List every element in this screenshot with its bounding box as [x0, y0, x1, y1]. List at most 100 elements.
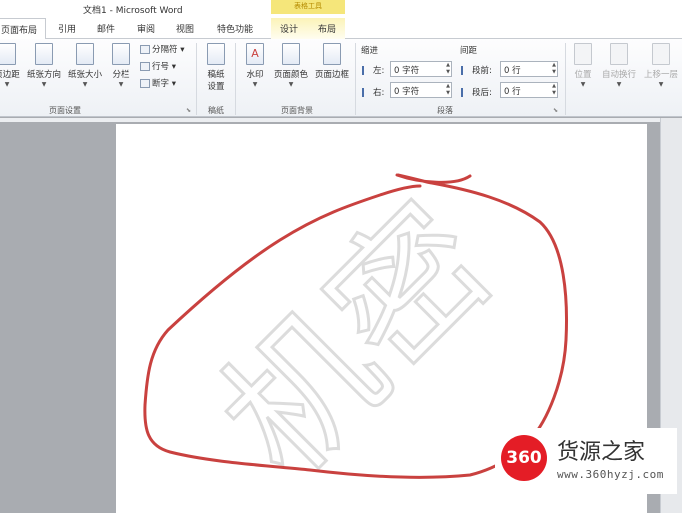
ribbon: 页边距 ▼ 纸张方向 ▼ 纸张大小 ▼ 分栏 ▼ 分隔符 ▾ 行号 ▾ 断字 ▾…	[0, 39, 682, 117]
chevron-down-icon: ▼	[4, 81, 10, 88]
bring-forward-label: 上移一层	[643, 70, 678, 80]
tab-design[interactable]: 设计	[280, 22, 298, 35]
margins-icon	[0, 43, 16, 65]
indent-right-icon	[362, 88, 371, 97]
page-color-button[interactable]: 页面颜色 ▼	[271, 43, 311, 88]
line-numbers-label: 行号	[152, 62, 170, 72]
spacing-after-icon	[461, 88, 470, 97]
breaks-icon	[140, 45, 150, 54]
page-setup-group-label: 页面设置	[49, 106, 81, 115]
spacing-before-icon	[461, 66, 470, 75]
size-label: 纸张大小	[67, 70, 102, 80]
chevron-down-icon: ▼	[41, 81, 47, 88]
chevron-down-icon: ▼	[616, 81, 622, 88]
group-divider	[565, 43, 566, 115]
page-borders-label: 页面边框	[314, 70, 349, 80]
spacing-after-label: 段后:	[461, 86, 492, 98]
title-bar: 文档1 - Microsoft Word 表格工具	[0, 0, 682, 18]
columns-icon	[112, 43, 130, 65]
tab-special-features[interactable]: 特色功能	[217, 22, 253, 35]
indent-title: 缩进	[361, 46, 379, 56]
ribbon-tabs: 页面布局 引用 邮件 审阅 视图 特色功能 设计 布局	[0, 18, 682, 40]
paragraph-launcher-icon[interactable]: ⬊	[553, 107, 558, 114]
spinner-arrows-icon[interactable]: ▲ ▼	[446, 62, 450, 76]
breaks-label: 分隔符	[152, 45, 178, 55]
spacing-after-value: 0 行	[504, 87, 521, 97]
tab-mailings[interactable]: 邮件	[97, 22, 115, 35]
wrap-text-button[interactable]: 自动换行 ▼	[599, 43, 639, 88]
margins-button[interactable]: 页边距 ▼	[0, 43, 20, 88]
columns-button[interactable]: 分栏 ▼	[109, 43, 133, 88]
indent-left-icon	[362, 66, 371, 75]
indent-left-value: 0 字符	[394, 66, 420, 76]
logo-url: www.360hyzj.com	[557, 468, 664, 481]
tab-view[interactable]: 视图	[176, 22, 194, 35]
word-window: 文档1 - Microsoft Word 表格工具 页面布局 引用 邮件 审阅 …	[0, 0, 682, 513]
watermark-label: 水印	[246, 70, 264, 80]
spacing-after-field[interactable]: 0 行 ▲ ▼	[500, 82, 558, 98]
wrap-text-icon	[610, 43, 628, 65]
table-tools-header: 表格工具	[271, 0, 345, 14]
window-title: 文档1 - Microsoft Word	[83, 6, 183, 16]
indent-right-label: 右:	[362, 86, 384, 98]
spacing-before-field[interactable]: 0 行 ▲ ▼	[500, 61, 558, 77]
spacing-before-label: 段前:	[461, 64, 492, 76]
breaks-button[interactable]: 分隔符 ▾	[140, 43, 184, 55]
page-color-icon	[282, 43, 300, 65]
indent-left-label: 左:	[362, 64, 384, 76]
spinner-arrows-icon[interactable]: ▲ ▼	[552, 83, 556, 97]
manuscript-setup-button[interactable]: 稿纸 设置	[203, 43, 229, 92]
page-borders-icon	[323, 43, 341, 65]
size-button[interactable]: 纸张大小 ▼	[65, 43, 105, 88]
group-divider	[196, 43, 197, 115]
line-numbers-button[interactable]: 行号 ▾	[140, 60, 176, 72]
bring-forward-button[interactable]: 上移一层 ▼	[641, 43, 681, 88]
group-divider	[235, 43, 236, 115]
spinner-arrows-icon[interactable]: ▲ ▼	[446, 83, 450, 97]
spinner-arrows-icon[interactable]: ▲ ▼	[552, 62, 556, 76]
chevron-down-icon: ▼	[288, 81, 294, 88]
chevron-down-icon: ▼	[658, 81, 664, 88]
indent-left-field[interactable]: 0 字符 ▲ ▼	[390, 61, 452, 77]
page-color-label: 页面颜色	[273, 70, 308, 80]
paragraph-group-label: 段落	[437, 106, 453, 115]
manuscript-label-line2: 设置	[207, 82, 225, 92]
hyphenation-icon	[140, 79, 150, 88]
manuscript-label-line1: 稿纸	[207, 70, 225, 80]
hyphenation-label: 断字	[152, 79, 170, 89]
logo-name: 货源之家	[557, 440, 646, 465]
page-borders-button[interactable]: 页面边框	[312, 43, 352, 80]
watermark-button[interactable]: A 水印 ▼	[241, 43, 269, 88]
watermark-icon: A	[246, 43, 264, 65]
orientation-icon	[35, 43, 53, 65]
tab-references[interactable]: 引用	[58, 22, 76, 35]
spacing-before-value: 0 行	[504, 66, 521, 76]
site-logo: 360 货源之家 www.360hyzj.com	[495, 428, 677, 494]
hyphenation-button[interactable]: 断字 ▾	[140, 77, 176, 89]
bring-forward-icon	[652, 43, 670, 65]
position-icon	[574, 43, 592, 65]
orientation-button[interactable]: 纸张方向 ▼	[24, 43, 64, 88]
position-button[interactable]: 位置 ▼	[570, 43, 596, 88]
wrap-text-label: 自动换行	[601, 70, 636, 80]
position-label: 位置	[574, 70, 592, 80]
tab-review[interactable]: 审阅	[137, 22, 155, 35]
margins-label: 页边距	[0, 70, 20, 80]
page-background-group-label: 页面背景	[281, 106, 313, 115]
group-divider	[355, 43, 356, 115]
manuscript-icon	[207, 43, 225, 65]
chevron-down-icon: ▼	[252, 81, 258, 88]
indent-right-field[interactable]: 0 字符 ▲ ▼	[390, 82, 452, 98]
orientation-label: 纸张方向	[26, 70, 61, 80]
manuscript-group-label: 稿纸	[208, 106, 224, 115]
tab-layout[interactable]: 布局	[318, 22, 336, 35]
paper-size-icon	[76, 43, 94, 65]
logo-badge: 360	[501, 435, 547, 481]
spacing-title: 间距	[460, 46, 478, 56]
page-setup-launcher-icon[interactable]: ⬊	[186, 107, 191, 114]
ruler	[0, 118, 682, 122]
tab-page-layout[interactable]: 页面布局	[0, 18, 46, 40]
chevron-down-icon: ▼	[580, 81, 586, 88]
line-numbers-icon	[140, 62, 150, 71]
chevron-down-icon: ▼	[82, 81, 88, 88]
